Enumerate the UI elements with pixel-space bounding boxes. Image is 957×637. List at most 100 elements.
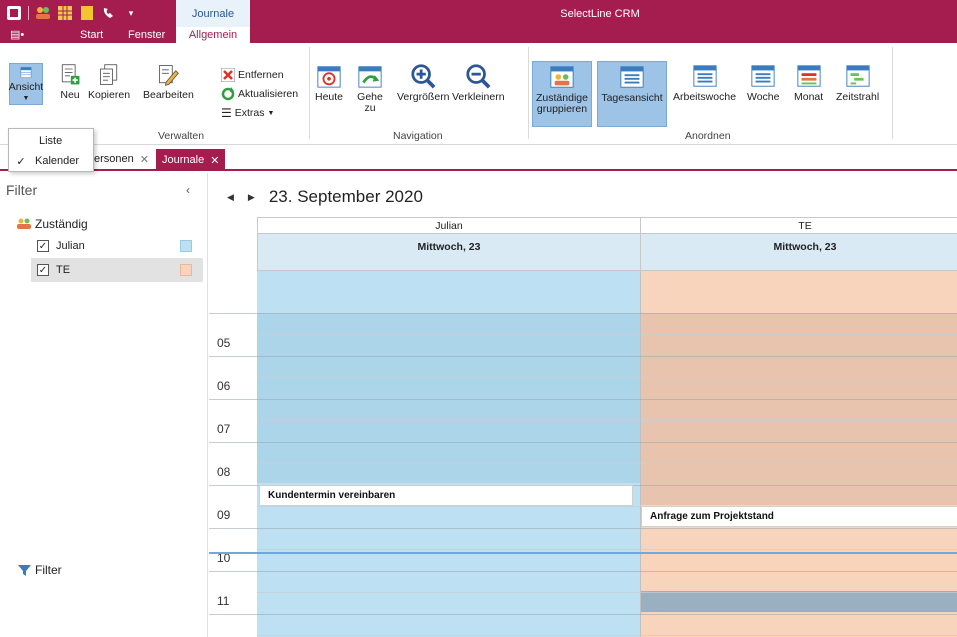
tab-journale[interactable]: Journale ✕	[156, 149, 226, 171]
neu-label: Neu	[60, 89, 80, 101]
grid-icon[interactable]	[57, 5, 73, 21]
monat-label: Monat	[794, 91, 824, 103]
menu-item-label: Liste	[39, 135, 63, 147]
funnel-icon	[18, 564, 31, 576]
aktualisieren-button[interactable]: Aktualisieren	[221, 87, 298, 101]
app-title: SelectLine CRM	[560, 8, 640, 20]
zustaendige-gruppieren-button[interactable]: Zuständige gruppieren	[532, 61, 592, 127]
checkbox[interactable]: ✓	[37, 264, 49, 276]
file-menu-icon[interactable]: ▤•	[10, 28, 24, 41]
hour-gridline	[209, 399, 957, 400]
monat-button[interactable]: Monat	[794, 63, 823, 103]
tab-personen[interactable]: ersonen ✕	[88, 149, 155, 169]
day-header-julian: Mittwoch, 23	[257, 234, 641, 271]
filter-row-julian[interactable]: ✓ Julian	[31, 234, 203, 258]
zoom-in-icon	[411, 64, 436, 89]
extras-button[interactable]: ☰ Extras ▼	[221, 106, 274, 120]
hour-gridline	[209, 313, 957, 314]
people-icon[interactable]	[35, 5, 51, 21]
half-hour-gridline	[257, 377, 957, 378]
hour-gridline	[209, 356, 957, 357]
half-hour-gridline	[257, 334, 957, 335]
zeitstrahl-button[interactable]: Zeitstrahl	[836, 63, 879, 103]
bearbeiten-label: Bearbeiten	[143, 89, 194, 101]
arbeitswoche-button[interactable]: Arbeitswoche	[673, 63, 736, 103]
copy-icon	[100, 64, 118, 85]
tab-label: Journale	[162, 154, 205, 166]
tab-start[interactable]: Start	[80, 29, 103, 41]
hour-label: 06	[217, 379, 231, 393]
bearbeiten-button[interactable]: Bearbeiten	[143, 63, 194, 101]
hour-gridline	[209, 571, 957, 572]
filter-footer-label: Filter	[35, 563, 62, 577]
collapse-chevron-icon[interactable]: ‹	[186, 183, 190, 197]
checkmark-icon: ✓	[16, 155, 26, 168]
ansicht-button[interactable]: Ansicht ▼	[9, 63, 43, 105]
ansicht-label: Ansicht	[8, 81, 44, 93]
group-label-verwalten: Verwalten	[158, 130, 205, 142]
work-hours-te	[640, 313, 957, 505]
kopieren-label: Kopieren	[88, 89, 131, 101]
entfernen-button[interactable]: Entfernen	[221, 68, 284, 82]
day-view-icon	[620, 66, 644, 88]
tab-fenster[interactable]: Fenster	[128, 29, 165, 41]
next-day-icon[interactable]: ▶	[248, 192, 255, 203]
close-icon[interactable]: ✕	[140, 153, 149, 166]
edit-icon	[159, 65, 180, 86]
filter-footer-button[interactable]: Filter	[18, 563, 62, 577]
aktualisieren-label: Aktualisieren	[238, 88, 299, 100]
ansicht-chevron-icon: ▼	[22, 95, 30, 102]
hour-label: 09	[217, 508, 231, 522]
today-icon	[317, 66, 341, 88]
menu-item-label: Kalender	[35, 155, 80, 167]
verkleinern-button[interactable]: Verkleinern	[452, 63, 505, 103]
vergroessern-label: Vergrößern	[397, 91, 450, 103]
filter-group-label: Zuständig	[35, 217, 88, 231]
group-assignees-icon	[550, 66, 574, 88]
zustaendige-label-2: gruppieren	[536, 103, 588, 115]
tab-allgemein[interactable]: Allgemein	[176, 27, 250, 43]
prev-day-icon[interactable]: ◀	[227, 192, 234, 203]
menu-item-liste[interactable]: Liste	[9, 131, 93, 151]
column-header-julian: Julian	[257, 217, 641, 234]
timeline-icon	[845, 65, 870, 87]
tab-label: ersonen	[94, 153, 134, 165]
work-hours-julian	[257, 313, 640, 483]
hour-label: 05	[217, 336, 231, 350]
dropdown-arrow-icon[interactable]: ▾	[123, 5, 139, 21]
hour-gridline	[209, 528, 957, 529]
woche-button[interactable]: Woche	[747, 63, 780, 103]
hour-label: 07	[217, 422, 231, 436]
close-icon[interactable]: ✕	[210, 154, 219, 167]
title-bar: ▾ Journale SelectLine CRM	[0, 0, 957, 27]
half-hour-gridline	[257, 549, 957, 550]
calendar-view: ◀ ▶ 23. September 2020 Julian TE Mittwoc…	[209, 173, 957, 637]
filter-row-label: Julian	[56, 240, 85, 252]
heute-button[interactable]: Heute	[315, 63, 343, 103]
filter-row-te[interactable]: ✓ TE	[31, 258, 203, 282]
group-label-navigation: Navigation	[393, 130, 443, 142]
vergroessern-button[interactable]: Vergrößern	[397, 63, 450, 103]
document-tab-bar: ersonen ✕ Journale ✕	[0, 145, 957, 171]
note-icon[interactable]	[79, 5, 95, 21]
kopieren-button[interactable]: Kopieren	[88, 63, 130, 101]
phone-icon[interactable]	[101, 5, 117, 21]
view-dropdown-menu: Liste ✓ Kalender	[8, 128, 94, 172]
neu-button[interactable]: Neu	[58, 63, 82, 101]
zeitstrahl-label: Zeitstrahl	[836, 91, 880, 103]
tagesansicht-button[interactable]: Tagesansicht	[597, 61, 667, 127]
app-logo-icon[interactable]	[6, 5, 22, 21]
calendar-navigation: ◀ ▶ 23. September 2020	[227, 187, 423, 207]
checkbox[interactable]: ✓	[37, 240, 49, 252]
week-icon	[751, 65, 775, 87]
gehe-zu-button[interactable]: Gehe zu	[357, 63, 383, 114]
appointment-julian[interactable]: Kundentermin vereinbaren	[259, 485, 633, 506]
extras-label: Extras	[234, 107, 265, 119]
menu-item-kalender[interactable]: ✓ Kalender	[9, 151, 93, 171]
verkleinern-label: Verkleinern	[452, 91, 505, 103]
half-hour-gridline	[257, 420, 957, 421]
appointment-te[interactable]: Anfrage zum Projektstand	[641, 506, 957, 527]
filter-panel: Filter ‹ Zuständig ✓ Julian ✓ TE Filter	[0, 173, 208, 637]
view-icon	[20, 67, 32, 78]
group-separator	[528, 47, 529, 139]
